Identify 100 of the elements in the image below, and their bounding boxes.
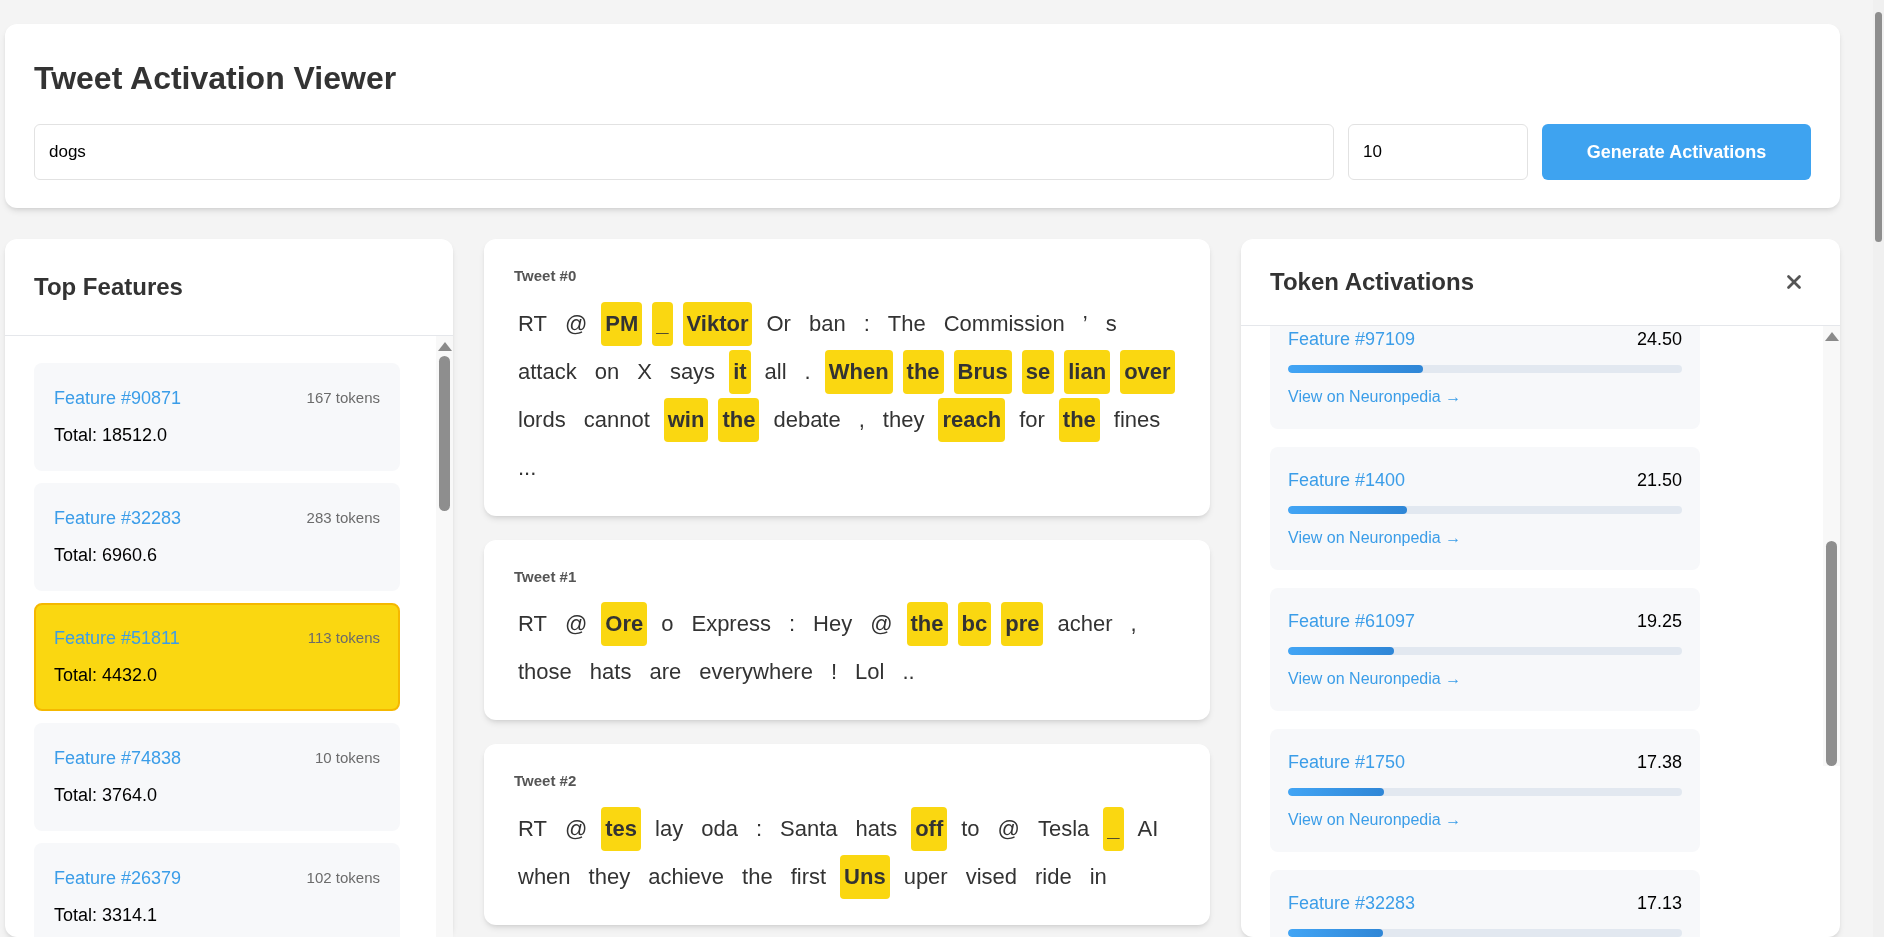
token[interactable]: se [1021,349,1055,394]
token[interactable]: @ [560,301,592,346]
token[interactable]: pre [1001,602,1044,646]
token[interactable]: s [1101,301,1121,346]
token[interactable]: they [584,854,635,899]
token[interactable]: hats [585,650,636,694]
token[interactable]: to [957,806,984,851]
token[interactable]: says [665,349,720,394]
token[interactable]: lay [651,806,688,851]
token[interactable]: : [751,806,767,851]
token[interactable]: cannot [579,397,654,442]
query-field[interactable]: dogs [34,124,1334,180]
token[interactable]: tes [601,806,642,851]
page-scrollbar[interactable] [1873,0,1884,937]
token[interactable]: reach [938,397,1006,442]
token[interactable]: hats [851,806,902,851]
token[interactable]: Or [762,301,795,346]
scrollbar[interactable] [436,336,453,937]
feature-total: Total: 3764.0 [54,784,159,807]
token[interactable]: Lol [851,650,889,694]
token[interactable]: attack [514,349,581,394]
token[interactable]: ! [826,650,842,694]
token[interactable]: those [514,650,576,694]
token[interactable]: debate [769,397,845,442]
token[interactable]: win [663,397,709,442]
token[interactable]: the [902,349,944,394]
token[interactable]: all [760,349,791,394]
token[interactable]: off [911,806,948,851]
token[interactable]: the [718,397,760,442]
token[interactable]: , [854,397,869,442]
token[interactable]: achieve [644,854,729,899]
token-count: 113 tokens [307,628,380,649]
token[interactable]: for [1015,397,1049,442]
token[interactable]: on [590,349,624,394]
token[interactable]: Brus [953,349,1012,394]
token[interactable]: it [729,349,751,394]
token[interactable]: ride [1031,854,1076,899]
scrollbar-thumb[interactable] [1875,12,1882,242]
token[interactable]: in [1085,854,1111,899]
feature-card[interactable]: Feature #51811 113 tokens Total: 4432.0 [34,603,400,711]
feature-name: Feature #74838 [54,747,182,770]
token[interactable]: ... [514,445,541,490]
token[interactable]: fines [1109,397,1165,442]
scrollbar[interactable] [1823,326,1840,766]
token[interactable]: Uns [840,854,890,899]
token[interactable]: ’ [1078,301,1092,346]
token[interactable]: are [645,650,686,694]
token[interactable]: first [786,854,831,899]
token[interactable]: the [1058,397,1100,442]
token[interactable]: bc [957,602,992,646]
token[interactable]: lords [514,397,570,442]
token[interactable]: @ [560,806,592,851]
token[interactable]: . [800,349,815,394]
token[interactable]: _ [652,301,673,346]
token[interactable]: Commission [939,301,1069,346]
token[interactable]: when [514,854,575,899]
feature-card[interactable]: Feature #26379 102 tokens Total: 3314.1 [34,843,400,937]
token[interactable]: , [1126,602,1141,646]
token[interactable]: the [906,602,948,646]
token[interactable]: RT [514,806,551,851]
token[interactable]: When [824,349,893,394]
token[interactable]: X [633,349,656,394]
token[interactable]: @ [993,806,1024,851]
token[interactable]: _ [1103,806,1124,851]
token[interactable]: : [859,301,874,346]
token[interactable]: they [878,397,929,442]
feature-total: Total: 6960.6 [54,544,159,567]
token[interactable]: vised [961,854,1022,899]
token[interactable]: the [738,854,777,899]
token[interactable]: acher [1053,602,1117,646]
token[interactable]: RT [514,301,551,346]
count-field[interactable]: 10 [1348,124,1528,180]
token[interactable]: .. [898,650,919,694]
scrollbar-thumb[interactable] [439,356,450,511]
token[interactable]: everywhere [695,650,817,694]
token[interactable]: Santa [776,806,842,851]
token[interactable]: @ [866,602,897,646]
token[interactable]: oda [697,806,742,851]
scrollbar-thumb[interactable] [1826,541,1837,766]
token[interactable]: ban [804,301,850,346]
token[interactable]: @ [560,602,592,646]
token[interactable]: lian [1064,349,1111,394]
token[interactable]: PM [601,301,643,346]
feature-card[interactable]: Feature #32283 283 tokens Total: 6960.6 [34,483,400,591]
token[interactable]: Hey [809,602,857,646]
token[interactable]: Express [687,602,775,646]
token[interactable]: o [657,602,678,646]
token[interactable]: AI [1133,806,1163,851]
token[interactable]: uper [899,854,952,899]
feature-card[interactable]: Feature #74838 10 tokens Total: 3764.0 [34,723,400,831]
token[interactable]: : [784,602,800,646]
token[interactable]: over [1120,349,1175,394]
scroll-up-icon[interactable] [1824,332,1839,341]
token[interactable]: Viktor [682,301,753,346]
token[interactable]: Ore [601,602,648,646]
token[interactable]: The [883,301,930,346]
scroll-up-icon[interactable] [437,342,452,351]
token[interactable]: Tesla [1033,806,1094,851]
feature-card[interactable]: Feature #90871 167 tokens Total: 18512.0 [34,363,400,471]
token[interactable]: RT [514,602,551,646]
